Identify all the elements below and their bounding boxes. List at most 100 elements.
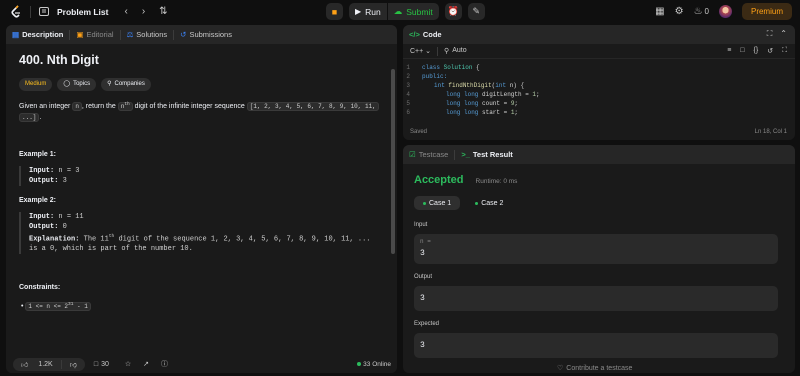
- code-line: 3 int findNthDigit(int n) {: [406, 82, 525, 89]
- output-box: 3: [414, 286, 778, 311]
- save-status: Saved: [410, 129, 428, 135]
- code-line: 2 public:: [406, 73, 448, 80]
- upload-cloud-icon: ☁: [393, 6, 403, 16]
- online-dot: [357, 362, 362, 366]
- input-value: 3: [420, 249, 425, 258]
- divider: [30, 5, 31, 18]
- comment-icon: □: [93, 360, 99, 368]
- leetcode-logo[interactable]: [10, 4, 22, 19]
- checkbox-icon: ☑: [409, 150, 416, 159]
- help-icon[interactable]: ⓘ: [161, 359, 168, 369]
- description-panel: ▤ Description ▣ Editorial ⚖ Solutions ↺ Subm…: [6, 25, 397, 373]
- description-body: 400. Nth Digit Medium ◯ Topics ⚲ Companies…: [6, 54, 397, 312]
- tab-description[interactable]: ▤ Description: [12, 30, 63, 39]
- example-2-block: Input: n = 11 Output: 0 Explanation: The…: [19, 212, 389, 255]
- input-box: n = 3: [414, 234, 778, 264]
- online-count: 33 Online: [357, 361, 391, 368]
- code-line: 5 long long count = 9;: [406, 100, 519, 107]
- fire-icon: ♨: [693, 6, 703, 17]
- fire-count: 0: [704, 7, 709, 16]
- tab-solutions[interactable]: ⚖ Solutions: [127, 30, 168, 39]
- run-submit-group: ▶ Run ☁ Submit: [349, 3, 439, 20]
- cursor-position: Ln 18, Col 1: [754, 129, 787, 135]
- comments-button[interactable]: □ 30: [94, 361, 109, 368]
- result-body: Accepted Runtime: 0 ms Case 1 Case 2 Inpu…: [403, 174, 795, 358]
- lock-icon: ⚲: [107, 81, 112, 87]
- like-button[interactable]: 👍︎ 1.2K: [13, 360, 61, 369]
- thumbs-down-icon: 👎︎: [69, 361, 77, 369]
- pass-dot: [475, 201, 479, 205]
- share-icon[interactable]: ↗: [143, 360, 149, 368]
- code-header: </> Code ⛶ ⌃: [403, 25, 795, 44]
- tab-test-result[interactable]: >_ Test Result: [461, 150, 512, 159]
- example-2-title: Example 2:: [19, 197, 56, 204]
- format-icon[interactable]: ≡: [727, 47, 731, 55]
- description-tabs: ▤ Description ▣ Editorial ⚖ Solutions ↺ Subm…: [6, 25, 397, 44]
- topics-button[interactable]: ◯ Topics: [57, 78, 97, 91]
- gear-icon[interactable]: ⚙: [675, 6, 684, 17]
- companies-button[interactable]: ⚲ Companies: [101, 78, 151, 91]
- problem-list-link[interactable]: Problem List: [57, 7, 108, 17]
- difficulty-badge: Medium: [19, 78, 53, 91]
- example-1-block: Input: n = 3 Output: 3: [19, 166, 389, 186]
- code-icon: </>: [409, 30, 420, 39]
- dislike-button[interactable]: 👎︎: [60, 359, 85, 369]
- run-label: Run: [365, 6, 381, 17]
- expected-label: Expected: [414, 321, 440, 327]
- fullscreen-icon[interactable]: ⛶: [782, 47, 787, 55]
- chevron-left-icon[interactable]: ‹: [124, 6, 127, 17]
- flask-icon: ⚖: [126, 30, 134, 39]
- alarm-clock-icon[interactable]: ⏰: [444, 3, 462, 20]
- result-panel: ☑ Testcase >_ Test Result Accepted Runtime:…: [403, 145, 795, 373]
- constraint-item: • 1 <= n <= 231 - 1: [19, 299, 389, 312]
- input-key: n =: [420, 238, 431, 245]
- code-line: 4 long long digitLength = 1;: [406, 91, 540, 98]
- problem-list-icon[interactable]: [39, 7, 49, 16]
- play-icon: ▶: [355, 7, 362, 16]
- heart-icon: ♡: [557, 365, 564, 372]
- description-footer: 👍︎ 1.2K 👎︎ □ 30 ☆ ↗ ⓘ 33 Online: [6, 355, 397, 373]
- problem-title[interactable]: 400. Nth Digit: [19, 54, 389, 71]
- tab-testcase[interactable]: ☑ Testcase: [409, 150, 448, 159]
- notes-icon[interactable]: ✎: [467, 3, 485, 20]
- scrollbar[interactable]: [391, 69, 395, 254]
- like-dislike-group: 👍︎ 1.2K 👎︎: [13, 357, 85, 371]
- contribute-testcase-link[interactable]: ♡ Contribute a testcase: [557, 364, 632, 373]
- avatar[interactable]: [718, 5, 732, 18]
- collapse-icon[interactable]: ⌃: [780, 29, 787, 39]
- shuffle-icon[interactable]: ⇅: [159, 6, 167, 17]
- tab-editorial[interactable]: ▣ Editorial: [76, 30, 113, 39]
- case-1-tab[interactable]: Case 1: [414, 196, 461, 210]
- reset-icon[interactable]: ↺: [767, 47, 773, 55]
- debug-button[interactable]: ■: [326, 3, 343, 20]
- submit-button[interactable]: ☁ Submit: [388, 3, 439, 20]
- language-select[interactable]: C++ ⌄: [410, 47, 431, 55]
- code-panel: </> Code ⛶ ⌃ C++ ⌄ ⚲ Auto ≡ □ {} ↺ ⛶ 1 class…: [403, 25, 795, 140]
- tab-submissions[interactable]: ↺ Submissions: [180, 30, 232, 39]
- case-2-tab[interactable]: Case 2: [466, 196, 512, 210]
- example-1-title: Example 1:: [19, 151, 56, 158]
- code-line: 1 class Solution {: [406, 64, 480, 71]
- output-value: 3: [420, 294, 425, 303]
- problem-statement: Given an integer n, return the nth digit…: [19, 99, 379, 123]
- book-icon: ▣: [76, 30, 84, 39]
- accepted-status: Accepted: [414, 174, 464, 186]
- star-icon[interactable]: ☆: [125, 360, 131, 368]
- streak-counter[interactable]: ♨ 0: [694, 6, 709, 17]
- terminal-icon: >_: [461, 150, 470, 159]
- bookmark-icon[interactable]: □: [740, 47, 744, 55]
- tab-code[interactable]: </> Code: [409, 30, 442, 39]
- run-button[interactable]: ▶ Run: [349, 3, 387, 20]
- layout-grid-icon[interactable]: ▦: [655, 6, 664, 17]
- expected-box: 3: [414, 333, 778, 358]
- braces-icon[interactable]: {}: [754, 47, 759, 55]
- premium-button[interactable]: Premium: [741, 3, 792, 20]
- thumbs-up-icon: 👍︎: [21, 361, 29, 369]
- auto-mode[interactable]: ⚲ Auto: [444, 47, 467, 55]
- input-label: Input: [414, 222, 428, 228]
- code-editor[interactable]: 1 class Solution { 2 public: 3 int findNthD…: [403, 59, 795, 117]
- constraints-title: Constraints:: [19, 284, 61, 292]
- maximize-icon[interactable]: ⛶: [767, 29, 773, 39]
- lock-icon: ⚲: [444, 48, 450, 55]
- chevron-right-icon[interactable]: ›: [142, 6, 145, 17]
